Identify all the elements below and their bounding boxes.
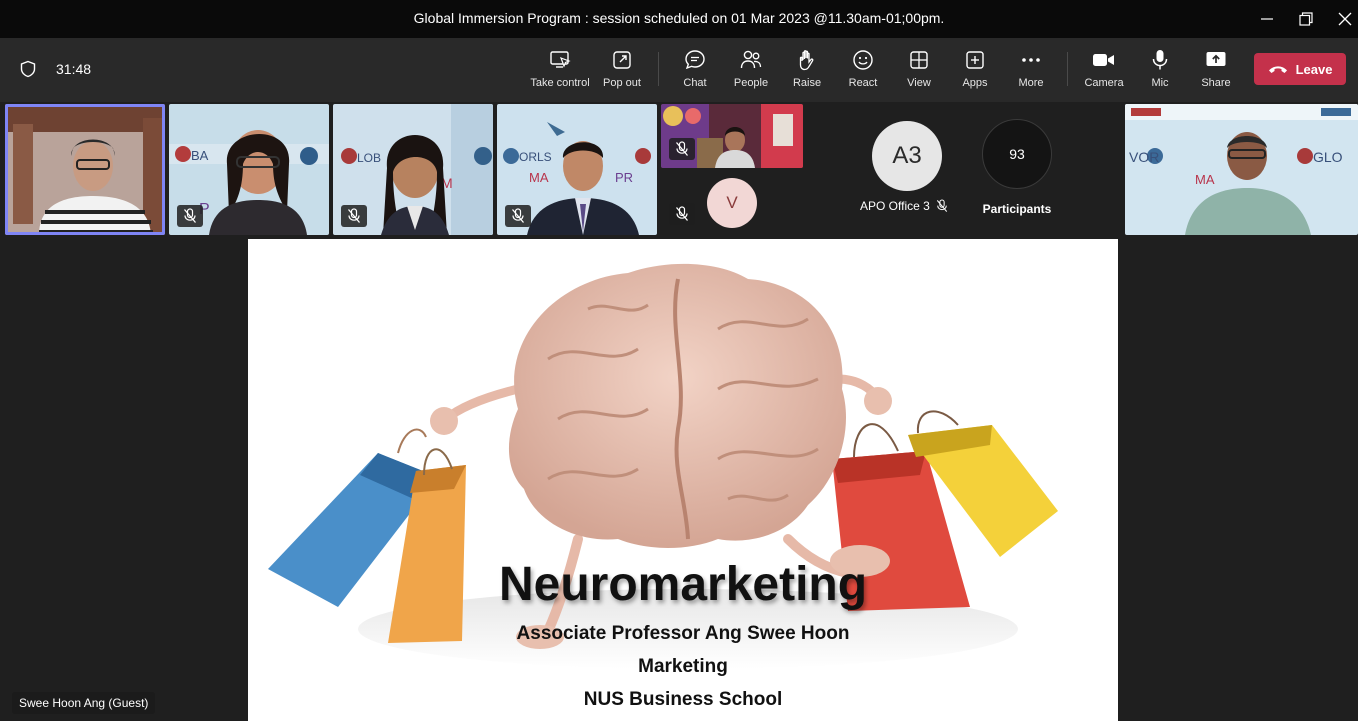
smiley-icon [851,48,875,72]
participant-video: VOR GLO MA [1125,104,1358,235]
apps-plus-icon [963,48,987,72]
svg-text:PR: PR [615,170,633,185]
avatar-a3-initials: A3 [892,142,922,169]
close-icon [1338,12,1352,26]
speaker-video [5,104,165,235]
avatar-a3-caption: APO Office 3 [860,199,948,213]
chat-icon [683,48,707,72]
apps-button[interactable]: Apps [960,48,990,94]
close-button[interactable] [1325,4,1358,34]
svg-text:BA: BA [191,148,209,163]
leave-label: Leave [1295,61,1333,77]
leave-button[interactable]: Leave [1254,53,1346,85]
people-label: People [733,77,769,89]
pop-out-label: Pop out [603,77,641,89]
muted-badge [669,138,695,160]
share-screen-icon [1204,48,1228,72]
slide-title: Neuromarketing [498,558,868,611]
react-button[interactable]: React [846,48,880,94]
muted-badge [505,205,531,227]
share-label: Share [1201,77,1231,89]
meeting-timer: 31:48 [56,61,92,77]
camera-label: Camera [1084,77,1124,89]
raise-hand-icon [795,48,819,72]
video-tile-participant[interactable]: VOR GLO MA [1125,104,1358,235]
mic-off-icon [184,208,196,223]
slide-presenter: Associate Professor Ang Swee Hoon [516,623,850,644]
chat-label: Chat [683,77,707,89]
microphone-icon [1148,48,1172,72]
mic-off-icon [512,208,524,223]
raise-label: Raise [792,77,822,89]
window-title: Global Immersion Program : session sched… [413,10,945,26]
toolbar-divider [1067,52,1068,86]
avatar-a3[interactable]: A3 [872,121,942,191]
mic-off-icon [348,208,360,223]
mic-off-icon [676,141,688,156]
view-button[interactable]: View [904,48,934,94]
active-speaker-name: Swee Hoon Ang (Guest) [12,692,156,714]
mic-off-icon [676,206,688,221]
video-tile-active-speaker[interactable] [5,104,165,235]
restore-icon [1299,12,1313,26]
avatar-a3-name: APO Office 3 [860,199,930,213]
svg-text:LOB: LOB [357,151,381,165]
shield-icon [19,60,37,83]
meeting-toolbar: 31:48 Take control Pop out Chat People R… [0,38,1358,102]
avatar-v-initial: V [726,193,738,212]
react-label: React [848,77,878,89]
mic-label: Mic [1151,77,1169,89]
muted-badge [341,205,367,227]
video-tile-participant[interactable] [661,104,803,168]
chat-button[interactable]: Chat [678,48,712,94]
minimize-button[interactable] [1247,4,1287,34]
more-label: More [1018,77,1044,89]
apps-label: Apps [962,77,988,89]
shared-presentation: Neuromarketing Associate Professor Ang S… [248,239,1118,721]
camera-icon [1092,48,1116,72]
people-icon [739,48,763,72]
muted-badge [177,205,203,227]
minimize-icon [1261,18,1273,20]
video-tile-participant[interactable]: BA P [169,104,329,235]
svg-text:MA: MA [1195,172,1215,187]
muted-badge [669,203,695,225]
toolbar-divider [658,52,659,86]
svg-text:MA: MA [529,170,549,185]
video-tile-participant[interactable]: ORLS MA PR [497,104,657,235]
slide-school: NUS Business School [583,689,783,710]
mic-off-icon [936,199,947,212]
pop-out-button[interactable]: Pop out [601,48,643,94]
participants-label: Participants [982,202,1052,216]
take-control-button[interactable]: Take control [530,48,590,94]
grid-view-icon [907,48,931,72]
participants-count: 93 [1009,146,1025,162]
svg-text:VOR: VOR [1129,149,1159,165]
take-control-label: Take control [530,77,590,89]
hang-up-icon [1268,66,1287,73]
take-control-icon [548,48,572,72]
raise-hand-button[interactable]: Raise [791,48,823,94]
restore-button[interactable] [1286,4,1326,34]
share-button[interactable]: Share [1199,48,1233,94]
brain-shopping-illustration [268,263,1058,669]
more-button[interactable]: More [1015,48,1047,94]
view-label: View [907,77,931,89]
people-button[interactable]: People [732,48,770,94]
mic-button[interactable]: Mic [1145,48,1175,94]
svg-text:ORLS: ORLS [519,150,552,164]
more-icon [1019,48,1043,72]
pop-out-icon [610,48,634,72]
avatar-v[interactable]: V [707,178,757,228]
svg-text:GLO: GLO [1313,149,1343,165]
slide-department: Marketing [638,656,728,677]
camera-button[interactable]: Camera [1084,48,1124,94]
video-tile-participant[interactable]: LOB M [333,104,493,235]
title-bar: Global Immersion Program : session sched… [0,0,1358,38]
participants-count-button[interactable]: 93 [982,119,1052,189]
